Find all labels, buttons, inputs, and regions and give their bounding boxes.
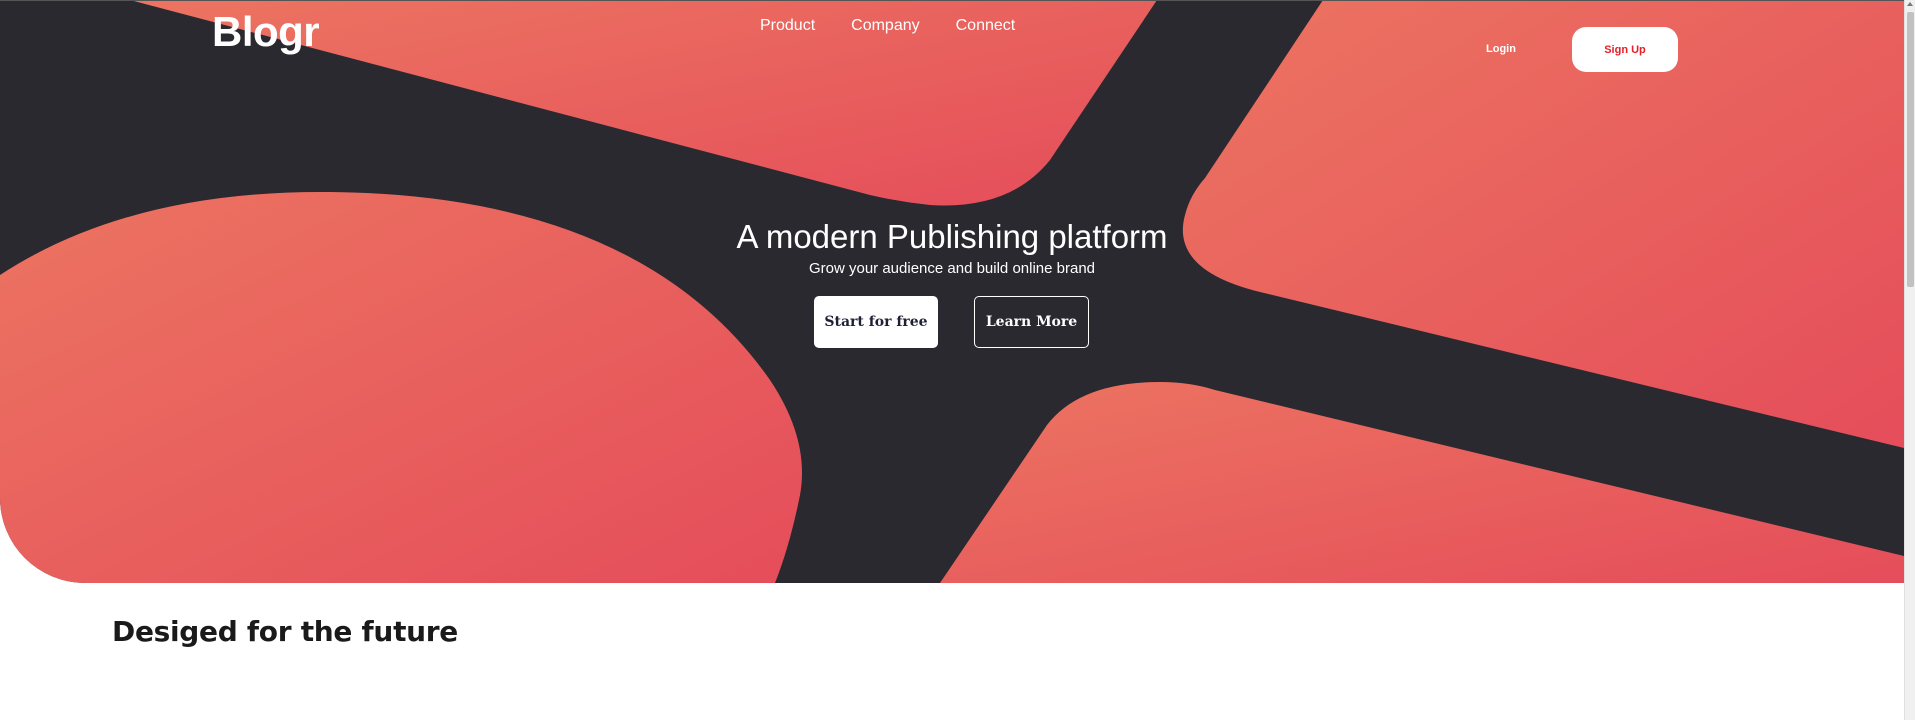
- vertical-scrollbar[interactable]: [1904, 0, 1915, 720]
- page: Blogr Product Company Connect Login Sign…: [0, 0, 1915, 720]
- nav-item-connect[interactable]: Connect: [956, 17, 1016, 35]
- signup-button[interactable]: Sign Up: [1572, 27, 1678, 72]
- top-border: [0, 0, 1904, 1]
- start-for-free-button[interactable]: Start for free: [814, 296, 938, 348]
- login-link[interactable]: Login: [1486, 43, 1516, 55]
- hero-background-pattern: [0, 0, 1904, 583]
- learn-more-button[interactable]: Learn More: [974, 296, 1089, 348]
- hero-section: Blogr Product Company Connect Login Sign…: [0, 0, 1904, 583]
- nav-item-company[interactable]: Company: [851, 17, 919, 35]
- nav-item-product[interactable]: Product: [760, 17, 815, 35]
- scroll-up-arrow-icon[interactable]: [1907, 2, 1913, 6]
- brand-logo[interactable]: Blogr: [212, 8, 320, 56]
- scrollbar-thumb[interactable]: [1907, 12, 1914, 287]
- section-title: Desiged for the future: [112, 615, 458, 648]
- hero-headline: A modern Publishing platform: [736, 218, 1168, 255]
- main-nav: Product Company Connect: [760, 17, 1015, 35]
- hero-subline: Grow your audience and build online bran…: [808, 260, 1096, 277]
